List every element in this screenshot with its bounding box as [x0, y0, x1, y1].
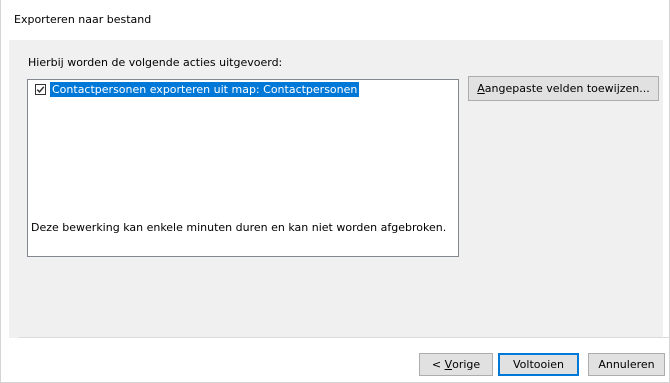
back-button[interactable]: < Vorige [419, 353, 493, 376]
map-custom-fields-label: angepaste velden toewijzen... [484, 82, 650, 95]
dialog-content: Hierbij worden de volgende acties uitgev… [9, 40, 663, 338]
back-label: orige [452, 358, 481, 371]
back-prefix: < [431, 358, 445, 371]
title-bar: Exporteren naar bestand [1, 0, 669, 40]
finish-button[interactable]: Voltooien [498, 353, 579, 376]
footer-divider [19, 337, 669, 338]
actions-heading: Hierbij worden de volgende acties uitgev… [28, 56, 283, 69]
export-to-file-dialog: Exporteren naar bestand Hierbij worden d… [0, 0, 670, 383]
duration-warning: Deze bewerking kan enkele minuten duren … [31, 221, 447, 234]
action-checkbox[interactable] [35, 84, 46, 95]
map-custom-fields-mnemonic: A [477, 82, 485, 95]
window-title: Exporteren naar bestand [14, 13, 152, 26]
cancel-button[interactable]: Annuleren [588, 353, 665, 376]
action-item-export-contacts[interactable]: Contactpersonen exporteren uit map: Cont… [35, 82, 360, 97]
action-label: Contactpersonen exporteren uit map: Cont… [50, 82, 360, 97]
back-mnemonic: V [444, 358, 453, 371]
map-custom-fields-button[interactable]: Aangepaste velden toewijzen... [468, 76, 659, 101]
checkmark-icon [36, 86, 45, 94]
